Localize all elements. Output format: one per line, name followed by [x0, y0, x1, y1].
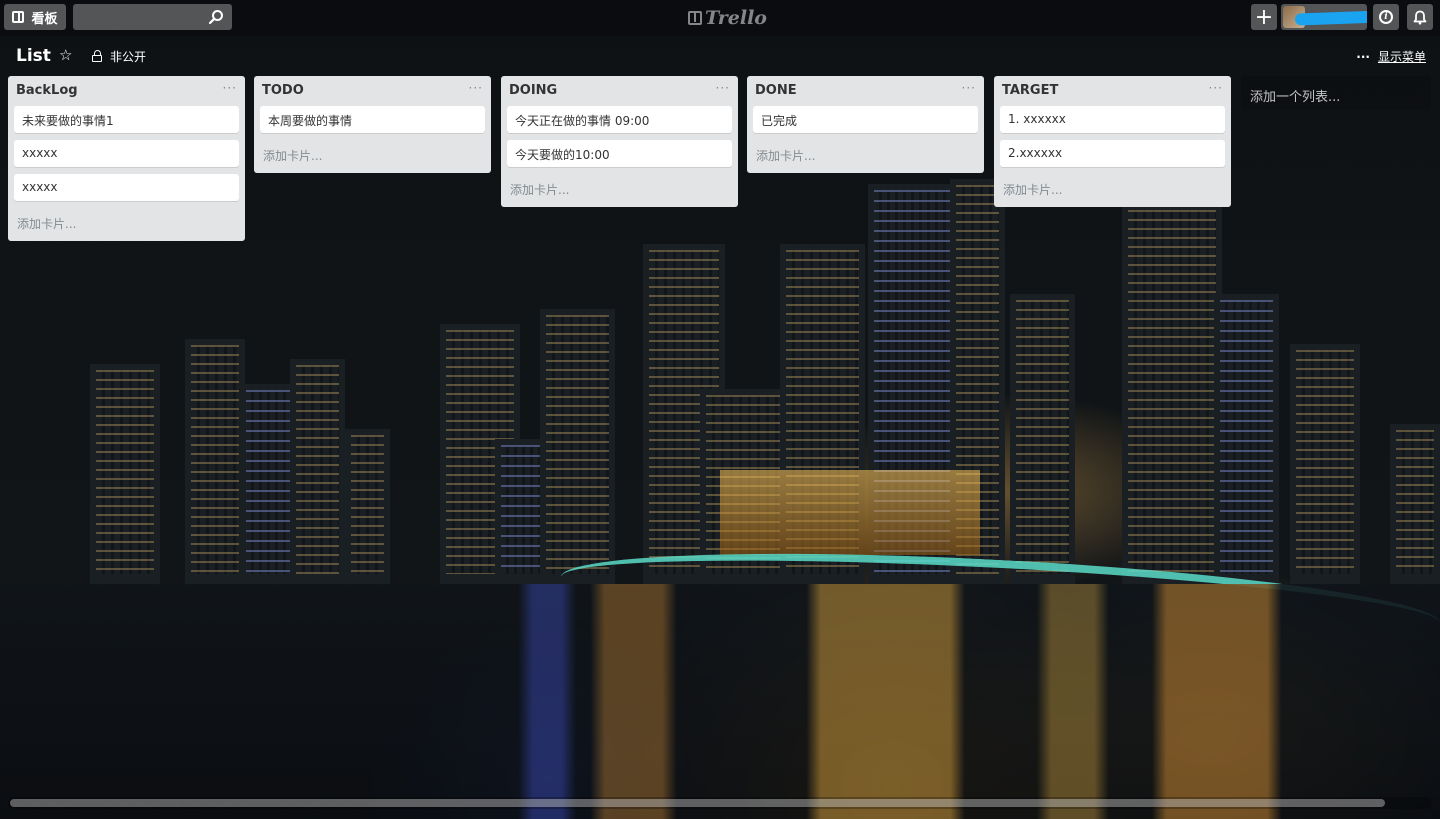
- building: [700, 389, 795, 584]
- lock-icon: [92, 50, 102, 62]
- card[interactable]: 1. xxxxxx: [1000, 106, 1225, 133]
- scrollbar-thumb[interactable]: [10, 799, 1385, 807]
- add-button[interactable]: +: [1251, 4, 1277, 30]
- building: [868, 184, 960, 584]
- plus-icon: +: [1254, 4, 1274, 30]
- list-todo: TODO ··· 本周要做的事情 添加卡片...: [254, 76, 491, 173]
- water-reflection: [0, 584, 1440, 819]
- privacy-button[interactable]: 非公开: [92, 48, 146, 65]
- card[interactable]: xxxxx: [14, 174, 239, 201]
- list-menu-icon[interactable]: ···: [223, 81, 237, 95]
- more-icon: ···: [1356, 49, 1370, 64]
- search-icon[interactable]: [208, 9, 224, 25]
- building: [1390, 424, 1440, 584]
- add-card-button[interactable]: 添加卡片...: [14, 208, 239, 235]
- list-header: TARGET ···: [1000, 76, 1225, 106]
- horizontal-scrollbar[interactable]: [8, 797, 1432, 809]
- lit-building: [720, 470, 980, 555]
- boards-icon: [12, 11, 25, 23]
- list-title[interactable]: BackLog: [16, 83, 78, 98]
- building: [1122, 204, 1222, 584]
- top-header: 看板 Trello + i: [0, 0, 1440, 36]
- boards-button[interactable]: 看板: [4, 4, 66, 30]
- list-menu-icon[interactable]: ···: [962, 81, 976, 95]
- card[interactable]: 本周要做的事情: [260, 106, 485, 133]
- building: [1214, 294, 1279, 584]
- show-menu-label: 显示菜单: [1377, 50, 1426, 64]
- building: [440, 324, 520, 584]
- list-title[interactable]: TARGET: [1002, 83, 1058, 98]
- building: [90, 364, 160, 584]
- card[interactable]: 今天要做的10:00: [507, 140, 732, 167]
- list-target: TARGET ··· 1. xxxxxx 2.xxxxxx 添加卡片...: [994, 76, 1231, 207]
- building: [495, 439, 560, 584]
- building: [345, 429, 390, 584]
- building: [185, 339, 245, 584]
- notifications-button[interactable]: [1407, 4, 1433, 30]
- building: [780, 244, 865, 584]
- card[interactable]: xxxxx: [14, 140, 239, 167]
- trello-logo[interactable]: Trello: [688, 6, 767, 30]
- building: [290, 359, 345, 584]
- card[interactable]: 今天正在做的事情 09:00: [507, 106, 732, 133]
- list-title[interactable]: DONE: [755, 83, 797, 98]
- list-menu-icon[interactable]: ···: [716, 81, 730, 95]
- card[interactable]: 已完成: [753, 106, 978, 133]
- add-list-button[interactable]: 添加一个列表...: [1241, 76, 1431, 110]
- card[interactable]: 2.xxxxxx: [1000, 140, 1225, 167]
- add-card-button[interactable]: 添加卡片...: [507, 174, 732, 201]
- building: [950, 179, 1005, 584]
- list-header: TODO ···: [260, 76, 485, 106]
- list-header: DONE ···: [753, 76, 978, 106]
- list-title[interactable]: DOING: [509, 83, 557, 98]
- board-title[interactable]: List: [16, 46, 51, 66]
- list-title[interactable]: TODO: [262, 83, 304, 98]
- bell-icon: [1413, 10, 1427, 24]
- add-card-button[interactable]: 添加卡片...: [753, 140, 978, 167]
- building: [1010, 294, 1075, 584]
- search-box[interactable]: [73, 4, 232, 30]
- building: [240, 384, 305, 584]
- trello-logo-icon: [688, 11, 702, 25]
- list-doing: DOING ··· 今天正在做的事情 09:00 今天要做的10:00 添加卡片…: [501, 76, 738, 207]
- trello-logo-text: Trello: [705, 7, 767, 29]
- list-done: DONE ··· 已完成 添加卡片...: [747, 76, 984, 173]
- card[interactable]: 未来要做的事情1: [14, 106, 239, 133]
- member-menu-button[interactable]: [1281, 4, 1367, 30]
- board-header: List ☆ 非公开 ··· 显示菜单: [0, 40, 1440, 72]
- show-menu-button[interactable]: ··· 显示菜单: [1356, 48, 1426, 65]
- add-card-button[interactable]: 添加卡片...: [1000, 174, 1225, 201]
- list-header: BackLog ···: [14, 76, 239, 106]
- building: [540, 309, 615, 584]
- search-input[interactable]: [73, 4, 203, 30]
- redacted-username: [1294, 10, 1367, 26]
- list-menu-icon[interactable]: ···: [1209, 81, 1223, 95]
- boards-label: 看板: [31, 11, 58, 27]
- star-icon[interactable]: ☆: [59, 46, 72, 64]
- info-icon: i: [1379, 10, 1393, 24]
- add-card-button[interactable]: 添加卡片...: [260, 140, 485, 167]
- info-button[interactable]: i: [1373, 4, 1399, 30]
- list-menu-icon[interactable]: ···: [469, 81, 483, 95]
- list-backlog: BackLog ··· 未来要做的事情1 xxxxx xxxxx 添加卡片...: [8, 76, 245, 241]
- list-header: DOING ···: [507, 76, 732, 106]
- building: [1290, 344, 1360, 584]
- lit-bridge: [558, 537, 1440, 671]
- privacy-label: 非公开: [110, 50, 147, 64]
- building: [643, 244, 725, 584]
